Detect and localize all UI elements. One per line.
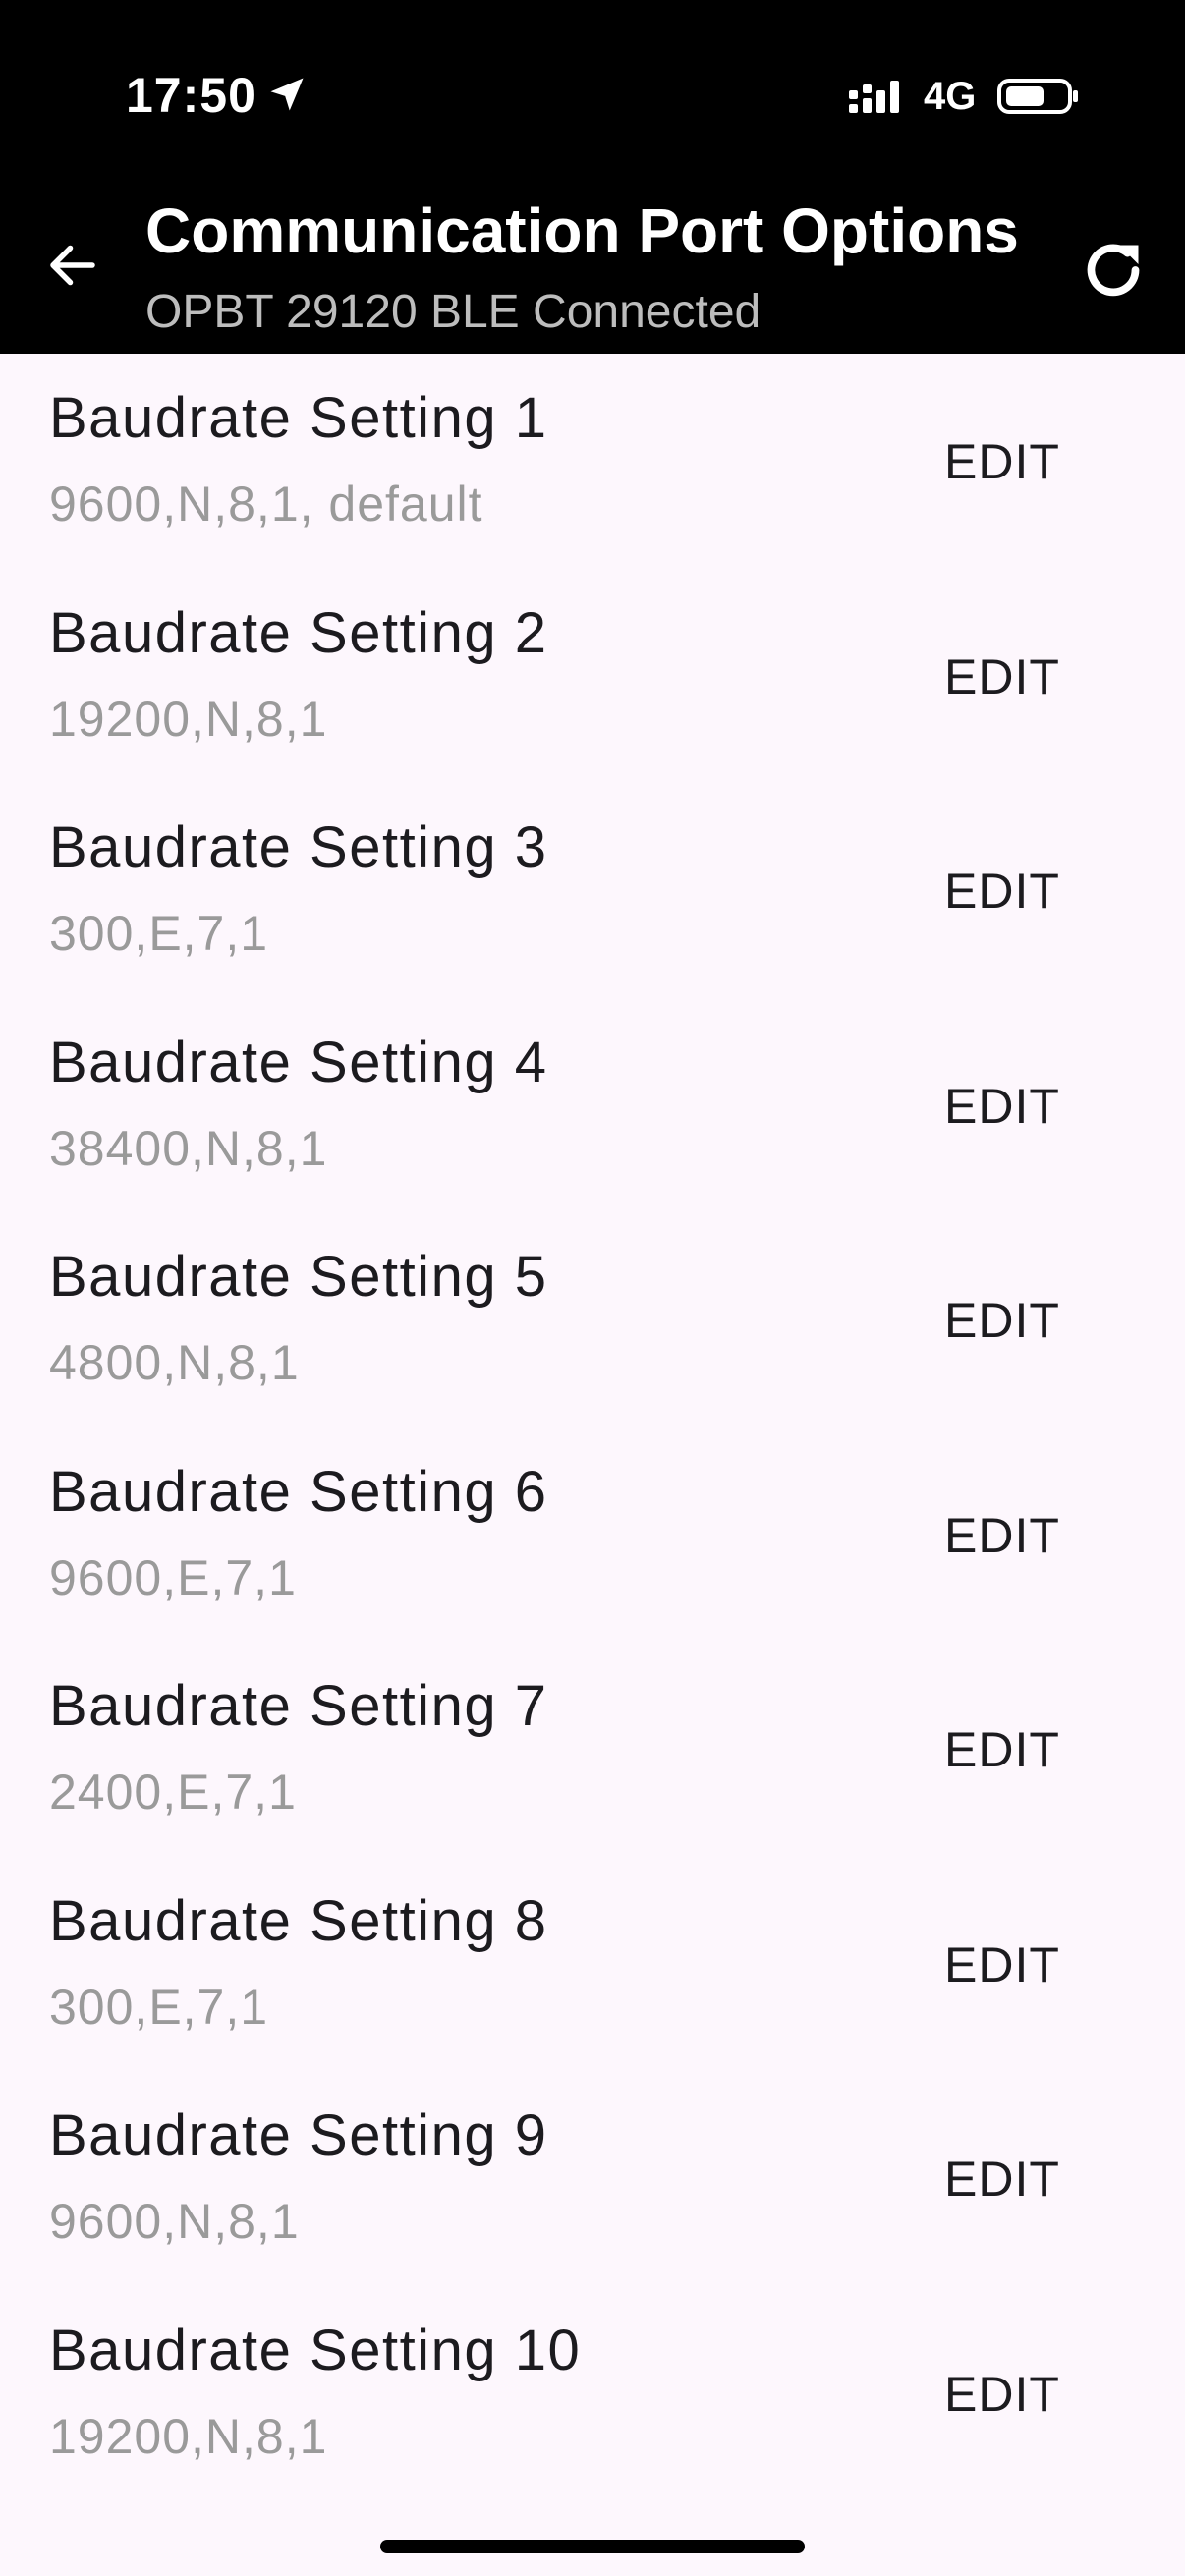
setting-title: Baudrate Setting 1 [49, 386, 548, 450]
edit-button-setting-8[interactable]: EDIT [924, 1926, 1081, 2004]
baudrate-setting-item-10: Baudrate Setting 10 19200,N,8,1 EDIT [0, 2286, 1185, 2501]
status-time: 17:50 [126, 68, 256, 123]
setting-title: Baudrate Setting 7 [49, 1674, 548, 1738]
edit-button-setting-1[interactable]: EDIT [924, 422, 1081, 501]
cellular-signal-icon [849, 81, 899, 113]
location-arrow-icon [270, 78, 304, 111]
baudrate-setting-item-6: Baudrate Setting 6 9600,E,7,1 EDIT [0, 1428, 1185, 1643]
baudrate-setting-item-2: Baudrate Setting 2 19200,N,8,1 EDIT [0, 569, 1185, 784]
setting-title: Baudrate Setting 10 [49, 2318, 582, 2382]
setting-title: Baudrate Setting 9 [49, 2103, 548, 2167]
setting-title: Baudrate Setting 3 [49, 815, 548, 879]
setting-value: 38400,N,8,1 [49, 1120, 328, 1176]
setting-title: Baudrate Setting 5 [49, 1245, 548, 1309]
setting-value: 9600,N,8,1 [49, 2194, 300, 2249]
setting-value: 2400,E,7,1 [49, 1764, 297, 1820]
arrow-left-icon [50, 245, 95, 286]
network-label: 4G [924, 75, 977, 118]
edit-button-setting-6[interactable]: EDIT [924, 1496, 1081, 1575]
battery-icon [997, 79, 1078, 114]
setting-value: 19200,N,8,1 [49, 2408, 328, 2464]
connection-status-subtitle: OPBT 29120 BLE Connected [145, 286, 762, 338]
edit-button-setting-7[interactable]: EDIT [924, 1710, 1081, 1789]
home-indicator [380, 2540, 805, 2553]
setting-value: 9600,N,8,1, default [49, 476, 483, 532]
edit-button-setting-3[interactable]: EDIT [924, 852, 1081, 930]
edit-button-setting-9[interactable]: EDIT [924, 2140, 1081, 2218]
baudrate-settings-list: Baudrate Setting 1 9600,N,8,1, default E… [0, 354, 1185, 2500]
setting-value: 4800,N,8,1 [49, 1335, 300, 1390]
page-title: Communication Port Options [145, 196, 1019, 266]
edit-button-setting-4[interactable]: EDIT [924, 1067, 1081, 1146]
baudrate-setting-item-9: Baudrate Setting 9 9600,N,8,1 EDIT [0, 2071, 1185, 2286]
baudrate-setting-item-1: Baudrate Setting 1 9600,N,8,1, default E… [0, 354, 1185, 569]
screen: 17:50 4G Communication Port Options OPBT… [0, 0, 1185, 2576]
baudrate-setting-item-8: Baudrate Setting 8 300,E,7,1 EDIT [0, 1857, 1185, 2072]
edit-button-setting-2[interactable]: EDIT [924, 638, 1081, 716]
baudrate-setting-item-3: Baudrate Setting 3 300,E,7,1 EDIT [0, 783, 1185, 998]
edit-button-setting-10[interactable]: EDIT [924, 2355, 1081, 2434]
setting-value: 300,E,7,1 [49, 1979, 269, 2035]
refresh-icon [1087, 244, 1140, 297]
refresh-button[interactable] [1073, 230, 1154, 310]
edit-button-setting-5[interactable]: EDIT [924, 1281, 1081, 1360]
baudrate-setting-item-5: Baudrate Setting 5 4800,N,8,1 EDIT [0, 1212, 1185, 1428]
back-button[interactable] [35, 228, 110, 303]
setting-title: Baudrate Setting 2 [49, 600, 548, 665]
top-bar: 17:50 4G Communication Port Options OPBT… [0, 0, 1185, 354]
setting-title: Baudrate Setting 4 [49, 1030, 548, 1094]
setting-title: Baudrate Setting 6 [49, 1459, 548, 1524]
baudrate-setting-item-4: Baudrate Setting 4 38400,N,8,1 EDIT [0, 998, 1185, 1213]
setting-value: 19200,N,8,1 [49, 691, 328, 747]
setting-value: 9600,E,7,1 [49, 1549, 297, 1605]
setting-value: 300,E,7,1 [49, 906, 269, 961]
setting-title: Baudrate Setting 8 [49, 1888, 548, 1953]
baudrate-setting-item-7: Baudrate Setting 7 2400,E,7,1 EDIT [0, 1642, 1185, 1857]
